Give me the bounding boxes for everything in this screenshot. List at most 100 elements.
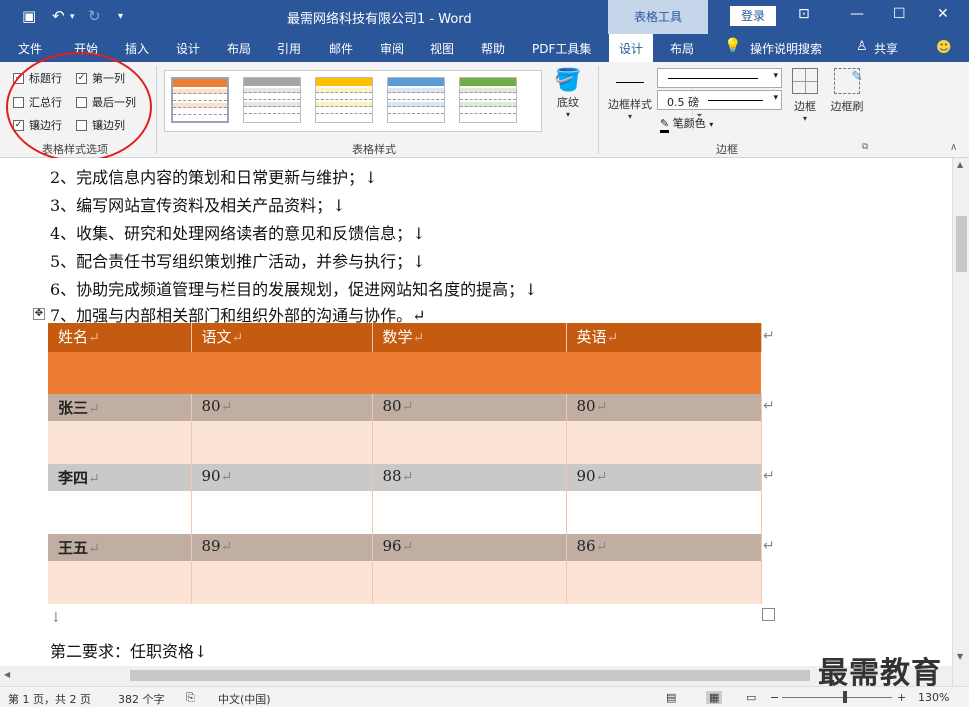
table-cell[interactable]: 张三↵ (48, 394, 192, 464)
row-name: 李四 (58, 469, 89, 487)
login-button[interactable]: 登录 (730, 6, 776, 26)
collapse-ribbon-icon[interactable]: ∧ (950, 142, 957, 153)
zoom-in-icon[interactable]: + (897, 691, 906, 704)
row-score: 96 (382, 537, 402, 555)
table-cell[interactable]: 96↵ (372, 534, 567, 604)
chevron-down-icon: ▾ (773, 93, 778, 103)
table-cell[interactable]: 姓名↵ (48, 323, 192, 352)
scroll-down-icon[interactable]: ▼ (957, 652, 963, 661)
share-button[interactable]: 共享 (874, 40, 898, 57)
row-end-mark: ↵ (763, 328, 775, 344)
document-title: 最需网络科技有限公司1 - Word (287, 12, 472, 27)
tab-view[interactable]: 视图 (430, 40, 454, 57)
row-name: 张三 (58, 399, 89, 417)
table-style-gold[interactable] (315, 77, 373, 123)
table-style-orange[interactable] (171, 77, 229, 123)
tab-layout[interactable]: 布局 (227, 40, 251, 57)
scroll-left-icon[interactable]: ◀ (4, 670, 10, 679)
border-styles-button[interactable]: 边框样式 ▾ (604, 68, 656, 121)
group-divider (156, 66, 157, 154)
pen-color-label: 笔颜色 (672, 117, 706, 130)
table-style-blue[interactable] (387, 77, 445, 123)
borders-button[interactable]: 边框 ▾ (788, 68, 822, 123)
table-cell[interactable]: 语文↵ (191, 323, 373, 352)
chevron-down-icon: ▾ (709, 120, 714, 129)
table-cell[interactable]: 90↵ (566, 464, 762, 534)
maximize-icon[interactable]: ☐ (893, 6, 906, 22)
highlight-circle (6, 52, 152, 162)
page-count[interactable]: 第 1 页，共 2 页 (8, 691, 91, 707)
table-style-gray[interactable] (243, 77, 301, 123)
table-row: 张三↵ 80↵ 80↵ 80↵ (48, 394, 762, 464)
score-table: 姓名↵ 语文↵ 数学↵ 英语↵ 张三↵ 80↵ 80↵ 80↵ 李四↵ 90↵ … (48, 323, 762, 604)
proofing-icon[interactable]: ⎘ (186, 691, 195, 705)
tab-file[interactable]: 文件 (18, 40, 42, 57)
word-count[interactable]: 382 个字 (118, 691, 165, 707)
table-resize-handle[interactable] (762, 608, 775, 621)
tab-insert[interactable]: 插入 (125, 40, 149, 57)
table-style-green[interactable] (459, 77, 517, 123)
minimize-icon[interactable]: — (850, 6, 864, 22)
pen-weight-dropdown[interactable]: 0.5 磅 ▾ (657, 90, 782, 110)
tab-table-layout[interactable]: 布局 (670, 40, 694, 57)
print-layout-icon[interactable]: ▦ (706, 691, 723, 704)
tab-references[interactable]: 引用 (277, 40, 301, 57)
undo-dropdown-icon[interactable]: ▾ (70, 12, 75, 22)
table-cell[interactable]: 80↵ (566, 394, 762, 464)
table-cell[interactable]: 英语↵ (566, 323, 762, 352)
zoom-slider-thumb[interactable] (843, 691, 847, 703)
tab-design[interactable]: 设计 (176, 40, 200, 57)
row-score: 90 (576, 467, 596, 485)
scrollbar-thumb[interactable] (956, 216, 967, 272)
line-style-dropdown[interactable]: ▾ (657, 68, 782, 88)
scrollbar-thumb[interactable] (130, 670, 810, 681)
scroll-up-icon[interactable]: ▲ (957, 160, 963, 169)
tab-pdf-tools[interactable]: PDF工具集 (532, 40, 591, 57)
customize-qat-icon[interactable]: ▾ (118, 11, 123, 22)
table-cell[interactable]: 80↵ (191, 394, 373, 464)
smiley-icon[interactable]: ☻ (936, 38, 952, 56)
language[interactable]: 中文(中国) (218, 691, 271, 707)
tab-review[interactable]: 审阅 (380, 40, 404, 57)
tab-table-design[interactable]: 设计 (609, 34, 654, 62)
header-math: 数学 (382, 328, 413, 346)
horizontal-scrollbar[interactable]: ◀ (0, 666, 952, 686)
header-english: 英语 (576, 328, 607, 346)
pen-color-button[interactable]: ✎ 笔颜色 ▾ (660, 115, 714, 133)
save-icon[interactable]: ▣ (22, 7, 36, 25)
undo-icon[interactable]: ↶ (52, 7, 65, 25)
lightbulb-icon: 💡 (724, 38, 742, 54)
chevron-down-icon: ▾ (773, 71, 778, 81)
tab-mailings[interactable]: 邮件 (329, 40, 353, 57)
border-painter-label: 边框刷 (830, 100, 864, 113)
table-cell[interactable]: 80↵ (372, 394, 567, 464)
row-score: 86 (576, 537, 596, 555)
after-table-mark: ↓ (50, 610, 62, 626)
table-move-handle-icon[interactable]: ✥ (33, 308, 45, 320)
zoom-out-icon[interactable]: − (770, 691, 779, 704)
table-cell[interactable]: 90↵ (191, 464, 373, 534)
border-style-label: 边框样式 (608, 98, 652, 111)
zoom-slider[interactable] (782, 697, 892, 698)
borders-grid-icon (792, 68, 818, 94)
redo-icon: ↻ (88, 7, 101, 25)
table-cell[interactable]: 李四↵ (48, 464, 192, 534)
vertical-scrollbar[interactable]: ▲ ▼ (952, 158, 969, 686)
doc-line: 第二要求：任职资格↓ (50, 642, 208, 661)
border-painter-button[interactable]: ✎ 边框刷 (826, 68, 868, 114)
table-cell[interactable]: 王五↵ (48, 534, 192, 604)
tab-help[interactable]: 帮助 (481, 40, 505, 57)
table-cell[interactable]: 数学↵ (372, 323, 567, 352)
table-cell[interactable]: 89↵ (191, 534, 373, 604)
ribbon-display-icon[interactable]: ⊡ (798, 6, 810, 22)
tell-me-search[interactable]: 操作说明搜索 (750, 40, 822, 57)
dialog-launcher-icon[interactable]: ⧉ (862, 142, 868, 152)
close-icon[interactable]: ✕ (937, 6, 949, 22)
shading-button[interactable]: 🪣 底纹 ▾ (548, 68, 588, 119)
table-cell[interactable]: 88↵ (372, 464, 567, 534)
document-area[interactable]: 2、完成信息内容的策划和日常更新与维护；↓ 3、编写网站宣传资料及相关产品资料；… (0, 158, 952, 686)
zoom-level[interactable]: 130% (918, 691, 949, 704)
web-layout-icon[interactable]: ▭ (746, 691, 756, 704)
read-mode-icon[interactable]: ▤ (666, 691, 676, 704)
table-cell[interactable]: 86↵ (566, 534, 762, 604)
